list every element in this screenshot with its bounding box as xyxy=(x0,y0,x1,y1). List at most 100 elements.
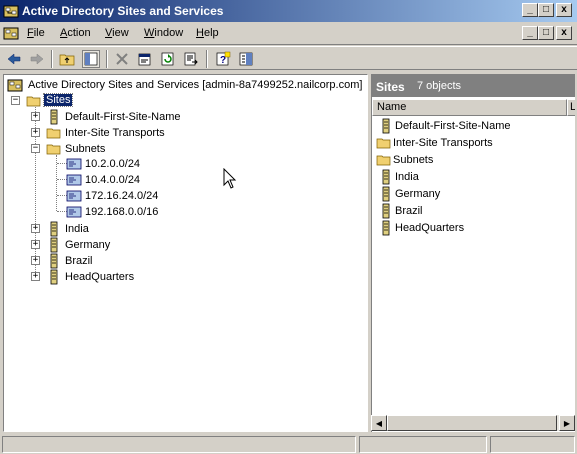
mdi-minimize-button[interactable]: _ xyxy=(522,26,538,40)
menu-file-mnemonic: F xyxy=(27,27,34,39)
expander-default-site[interactable]: + xyxy=(31,112,40,121)
expander-glyph: + xyxy=(32,223,39,233)
subnet-icon xyxy=(66,158,82,170)
scroll-thumb[interactable] xyxy=(387,415,557,431)
status-cell-main xyxy=(2,436,356,453)
mdi-restore-glyph: □ xyxy=(542,27,550,38)
tree-item-germany-label: Germany xyxy=(65,239,111,251)
mdi-restore-button[interactable]: □ xyxy=(538,26,554,40)
list-item-label: Default-First-Site-Name xyxy=(395,120,511,132)
scroll-left-button[interactable]: ◀ xyxy=(371,415,387,431)
maximize-button[interactable]: □ xyxy=(538,3,554,17)
site-icon xyxy=(50,109,58,125)
expander-glyph: + xyxy=(32,255,39,265)
tree-item-sites-label: Sites xyxy=(42,93,74,107)
ad-sites-app-icon xyxy=(3,5,19,18)
menu-help[interactable]: Help xyxy=(196,27,219,39)
minimize-button[interactable]: _ xyxy=(522,3,538,17)
column-header-name[interactable]: Name xyxy=(372,99,567,116)
toolbar: ? xyxy=(0,44,577,70)
menu-action[interactable]: Action xyxy=(60,27,91,39)
list-item-label: Subnets xyxy=(393,154,434,166)
menu-window[interactable]: Window xyxy=(144,27,183,39)
help-icon[interactable]: ? xyxy=(214,50,232,68)
site-icon xyxy=(382,203,390,219)
site-icon xyxy=(50,237,58,253)
expander-headquarters[interactable]: + xyxy=(31,272,40,281)
details-pane[interactable]: Sites 7 objects Name L Default-First-Sit… xyxy=(371,74,575,432)
column-header-location[interactable]: L xyxy=(567,99,575,116)
window-title: Active Directory Sites and Services xyxy=(22,4,224,18)
site-icon xyxy=(382,118,390,134)
menu-help-mnemonic: H xyxy=(196,27,204,39)
mmc-panel-icon[interactable] xyxy=(237,50,255,68)
list-item-label: Inter-Site Transports xyxy=(393,137,493,149)
export-list-icon[interactable] xyxy=(182,50,200,68)
site-icon xyxy=(382,169,390,185)
delete-icon[interactable] xyxy=(113,50,131,68)
maximize-glyph: □ xyxy=(542,4,550,15)
expander-glyph: − xyxy=(32,143,39,153)
folder-open-icon xyxy=(26,96,41,107)
menu-file[interactable]: File xyxy=(27,27,45,39)
tree-item-subnet-label: 192.168.0.0/16 xyxy=(85,206,159,218)
title-bar[interactable]: Active Directory Sites and Services _ □ … xyxy=(0,0,577,22)
tree-item-headquarters-label: HeadQuarters xyxy=(65,271,135,283)
site-icon xyxy=(50,253,58,269)
toolbar-separator xyxy=(206,50,208,68)
console-tree[interactable]: Active Directory Sites and Services [adm… xyxy=(3,74,368,432)
list-item-label: Germany xyxy=(395,188,441,200)
menu-window-mnemonic: W xyxy=(144,27,155,39)
tree-item-subnet-label: 10.2.0.0/24 xyxy=(85,158,141,170)
folder-icon xyxy=(376,138,391,149)
tree-item-default-site-label: Default-First-Site-Name xyxy=(65,111,181,123)
ad-sites-icon xyxy=(7,79,23,92)
expander-sites[interactable]: − xyxy=(11,96,20,105)
back-arrow-icon[interactable] xyxy=(5,50,23,68)
expander-glyph: + xyxy=(32,271,39,281)
properties-icon[interactable] xyxy=(136,50,154,68)
tree-root-label: Active Directory Sites and Services [adm… xyxy=(28,79,363,91)
scroll-right-button[interactable]: ▶ xyxy=(559,415,575,431)
console-app-icon[interactable] xyxy=(3,25,19,41)
menu-bar: File Action View Window Help _ □ x xyxy=(0,22,577,44)
up-folder-icon[interactable] xyxy=(58,50,76,68)
scroll-left-icon: ◀ xyxy=(375,418,383,428)
expander-glyph: + xyxy=(32,239,39,249)
expander-brazil[interactable]: + xyxy=(31,256,40,265)
mdi-minimize-glyph: _ xyxy=(527,27,533,38)
tree-item-india-label: India xyxy=(65,223,89,235)
horizontal-scrollbar[interactable]: ◀ ▶ xyxy=(371,415,575,431)
menu-window-label: indow xyxy=(154,27,184,39)
expander-glyph: − xyxy=(12,95,19,105)
menu-view[interactable]: View xyxy=(105,27,129,39)
details-title: Sites xyxy=(376,80,405,94)
close-button[interactable]: x xyxy=(556,3,572,17)
column-header-name-label: Name xyxy=(377,101,407,113)
expander-india[interactable]: + xyxy=(31,224,40,233)
refresh-icon[interactable] xyxy=(159,50,177,68)
tree-item-inter-site-label: Inter-Site Transports xyxy=(65,127,165,139)
expander-germany[interactable]: + xyxy=(31,240,40,249)
expander-inter-site[interactable]: + xyxy=(31,128,40,137)
column-header-location-label: L xyxy=(570,101,575,113)
site-icon xyxy=(382,186,390,202)
tree-item-brazil-label: Brazil xyxy=(65,255,93,267)
tree-item-subnets-label: Subnets xyxy=(65,143,106,155)
status-cell-secondary xyxy=(359,436,487,453)
details-object-count: 7 objects xyxy=(417,80,462,92)
list-item-label: Brazil xyxy=(395,205,423,217)
tree-item-subnet-label: 10.4.0.0/24 xyxy=(85,174,141,186)
details-header: Sites 7 objects xyxy=(372,75,575,97)
expander-subnets[interactable]: − xyxy=(31,144,40,153)
show-hide-tree-icon[interactable] xyxy=(82,50,100,68)
subnet-icon xyxy=(66,174,82,186)
status-cell-tertiary xyxy=(490,436,575,453)
folder-icon xyxy=(46,128,61,139)
mdi-close-button[interactable]: x xyxy=(556,26,572,40)
status-bar xyxy=(0,434,577,454)
forward-arrow-icon[interactable] xyxy=(28,50,46,68)
site-icon xyxy=(382,220,390,236)
mouse-cursor-icon xyxy=(223,168,237,189)
list-item-label: HeadQuarters xyxy=(395,222,465,234)
